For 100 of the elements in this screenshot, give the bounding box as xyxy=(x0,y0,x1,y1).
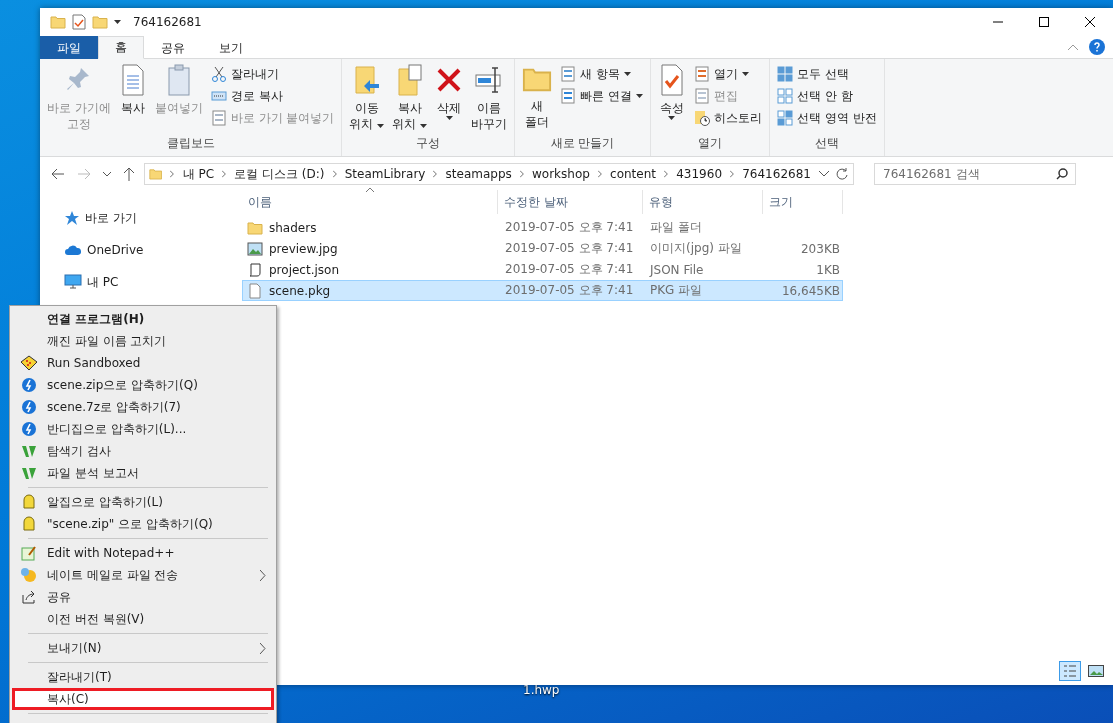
address-bar[interactable]: 내 PC 로컬 디스크 (D:) SteamLibrary steamapps workshop content 431960 764162681 xyxy=(144,163,854,185)
recent-button[interactable] xyxy=(100,171,114,177)
caret-icon xyxy=(420,124,428,128)
image-file-icon xyxy=(247,240,263,257)
column-header[interactable]: 이름 xyxy=(242,190,498,214)
file-row[interactable]: shaders 2019-07-05 오후 7:41 파일 폴더 xyxy=(242,217,843,238)
ribbon-button[interactable]: 새 항목 xyxy=(557,63,646,85)
up-arrow-icon xyxy=(123,167,135,181)
select-none-icon xyxy=(776,88,793,104)
ribbon-tab[interactable]: 홈 xyxy=(98,36,144,59)
ribbon-button[interactable]: 선택 영역 반전 xyxy=(773,107,880,129)
group-label: 선택 xyxy=(813,135,840,152)
size-cell-text: 203KB xyxy=(800,241,841,256)
menu-item[interactable]: 파일 분석 보고서 xyxy=(12,462,274,484)
ribbon-button[interactable]: 삭제 xyxy=(432,62,467,135)
type-cell-text: 파일 폴더 xyxy=(649,219,703,236)
menu-item[interactable]: 네이트 메일로 파일 전송 xyxy=(12,564,274,586)
bandizip-icon xyxy=(21,421,37,437)
file-name: scene.pkg xyxy=(268,283,331,298)
nav-item[interactable]: 바로 가기 xyxy=(64,207,230,229)
chevron-icon xyxy=(730,170,735,178)
nav-item[interactable]: OneDrive xyxy=(64,239,230,261)
ribbon-button[interactable]: 새 폴더 xyxy=(519,62,556,135)
open-icon xyxy=(693,66,710,82)
menu-item[interactable]: 반디집으로 압축하기(L)... xyxy=(12,418,274,440)
column-header[interactable]: 크기 xyxy=(763,190,843,214)
file-name: shaders xyxy=(268,220,317,235)
file-icon xyxy=(247,282,263,299)
file-name: preview.jpg xyxy=(268,241,338,256)
ribbon-button[interactable]: 열기 xyxy=(690,63,765,85)
menu-item[interactable]: Run Sandboxed xyxy=(12,352,274,374)
ribbon-button[interactable]: 이동 위치 xyxy=(346,62,388,135)
menu-item[interactable]: scene.7z로 압축하기(7) xyxy=(12,396,274,418)
invert-selection-icon xyxy=(776,110,793,126)
help-icon[interactable] xyxy=(1089,39,1105,55)
menu-item[interactable]: Edit with Notepad++ xyxy=(12,542,274,564)
v-report-icon xyxy=(21,465,37,481)
ribbon-tab[interactable]: 공유 xyxy=(144,36,202,59)
ribbon-button[interactable]: 선택 안 함 xyxy=(773,85,880,107)
breadcrumb[interactable]: content xyxy=(610,167,657,181)
ribbon-button[interactable]: 복사 xyxy=(115,62,150,135)
breadcrumb[interactable]: 로컬 디스크 (D:) xyxy=(234,165,325,183)
refresh-icon[interactable] xyxy=(835,167,849,181)
menu-item[interactable]: 연결 프로그램(H) xyxy=(12,308,274,330)
ribbon-tab[interactable]: 파일 xyxy=(40,36,98,59)
folder-icon xyxy=(247,219,263,236)
menu-item[interactable]: 잘라내기(T) xyxy=(12,666,274,688)
file-row[interactable]: project.json 2019-07-05 오후 7:41 JSON File 1KB xyxy=(242,259,843,280)
ribbon-button[interactable]: 경로 복사 xyxy=(207,85,338,107)
caret-icon xyxy=(445,116,453,120)
breadcrumb[interactable]: 내 PC xyxy=(182,165,215,183)
file-name: project.json xyxy=(268,262,339,277)
ribbon-button[interactable]: 복사 위치 xyxy=(389,62,431,135)
group-label: 구성 xyxy=(415,135,442,152)
column-header[interactable]: 수정한 날짜 xyxy=(498,190,643,214)
menu-item[interactable]: 공유 xyxy=(12,586,274,608)
menu-item[interactable]: 보내기(N) xyxy=(12,637,274,659)
file-row[interactable]: preview.jpg 2019-07-05 오후 7:41 이미지(jpg) 파일 203KB xyxy=(242,238,843,259)
menu-item[interactable]: scene.zip으로 압축하기(Q) xyxy=(12,374,274,396)
ribbon-button[interactable]: 히스토리 xyxy=(690,107,765,129)
bandizip-icon xyxy=(21,377,37,393)
ribbon-button[interactable]: 잘라내기 xyxy=(207,63,338,85)
breadcrumb[interactable]: SteamLibrary xyxy=(344,167,426,181)
file-row[interactable]: scene.pkg 2019-07-05 오후 7:41 PKG 파일 16,645KB xyxy=(242,280,843,301)
menu-item[interactable]: 복사(C) xyxy=(12,688,274,710)
ribbon-button[interactable]: 속성 xyxy=(654,62,689,135)
caret-icon xyxy=(635,94,643,98)
ribbon-button[interactable]: 빠른 연결 xyxy=(557,85,646,107)
alzip-icon xyxy=(22,494,36,510)
folder-icon xyxy=(149,166,163,182)
breadcrumb[interactable]: 764162681 xyxy=(742,167,811,181)
column-header[interactable]: 유형 xyxy=(643,190,763,214)
ribbon-button[interactable]: 모두 선택 xyxy=(773,63,880,85)
ribbon-tab[interactable]: 보기 xyxy=(202,36,260,59)
rename-icon xyxy=(475,64,504,96)
menu-item[interactable]: "scene.zip" 으로 압축하기(Q) xyxy=(12,513,274,535)
search-field[interactable]: 764162681 검색 xyxy=(874,163,1076,185)
back-arrow-icon xyxy=(51,168,65,180)
collapse-ribbon-icon[interactable] xyxy=(1067,43,1079,51)
smiley-icon xyxy=(20,567,38,583)
dropdown-icon[interactable] xyxy=(819,171,829,177)
breadcrumb[interactable]: 431960 xyxy=(676,167,723,181)
sandbox-icon xyxy=(20,355,38,371)
breadcrumb[interactable]: steamapps xyxy=(445,167,512,181)
scissors-icon xyxy=(210,66,227,82)
chevron-icon xyxy=(664,170,669,178)
menu-item[interactable]: 탐색기 검사 xyxy=(12,440,274,462)
nav-item[interactable]: 내 PC xyxy=(64,271,230,293)
chevron-icon xyxy=(519,170,525,178)
ribbon-button[interactable]: 이름 바꾸기 xyxy=(468,62,511,135)
chevron-icon xyxy=(433,170,438,178)
search-icon xyxy=(1056,168,1068,180)
shortcut-paste-icon xyxy=(210,110,227,126)
breadcrumb[interactable]: workshop xyxy=(532,167,590,181)
properties-icon xyxy=(72,14,86,30)
menu-item[interactable]: 깨진 파일 이름 고치기 xyxy=(12,330,274,352)
menu-item[interactable]: 이전 버전 복원(V) xyxy=(12,608,274,630)
menu-item[interactable]: 알집으로 압축하기(L) xyxy=(12,491,274,513)
maximize-icon xyxy=(1039,17,1049,27)
star-icon xyxy=(64,210,80,226)
